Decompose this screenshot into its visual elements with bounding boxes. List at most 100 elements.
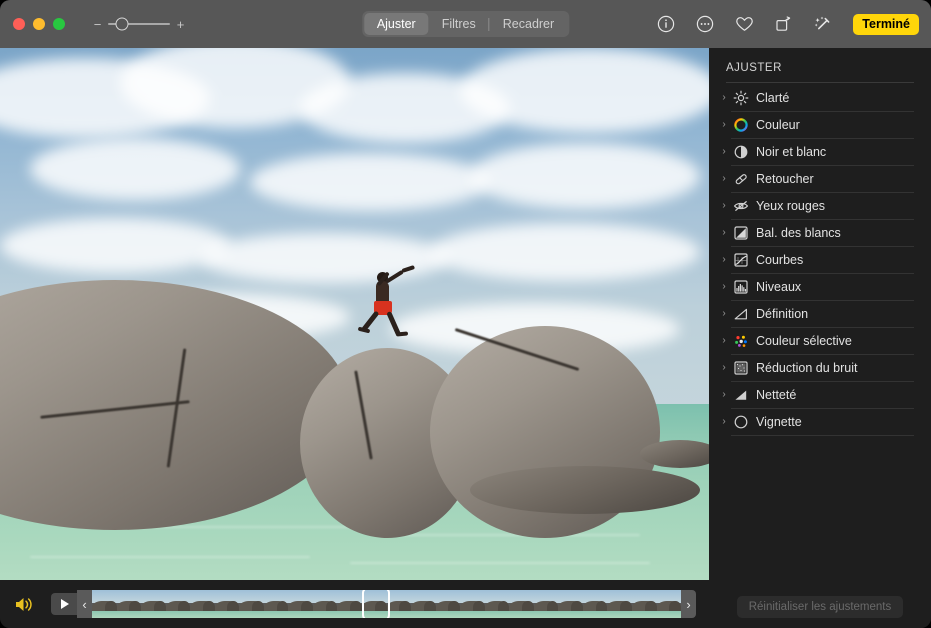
adjustment-row-noir-et-blanc[interactable]: › Noir et blanc xyxy=(709,139,914,165)
speaker-on-icon[interactable] xyxy=(13,593,35,615)
chevron-right-icon[interactable]: › xyxy=(717,201,731,211)
filmstrip-frame[interactable] xyxy=(534,590,559,618)
filmstrip-frame[interactable] xyxy=(607,590,632,618)
zoom-slider-knob[interactable] xyxy=(115,18,128,31)
window-toolbar: − + Ajuster Filtres Recadrer xyxy=(0,0,931,48)
filmstrip-frame[interactable] xyxy=(657,590,681,618)
filmstrip-frame[interactable] xyxy=(215,590,240,618)
definition-triangle-icon xyxy=(731,305,750,324)
filmstrip-frame[interactable] xyxy=(460,590,485,618)
filmstrip-track[interactable]: ‹ › xyxy=(77,590,696,618)
adjustment-row-retoucher[interactable]: › Retoucher xyxy=(709,166,914,192)
zoom-in-icon[interactable]: + xyxy=(176,18,185,31)
filmstrip-frame[interactable] xyxy=(264,590,289,618)
play-button[interactable] xyxy=(51,593,77,615)
filmstrip-frame[interactable] xyxy=(313,590,338,618)
adjustment-row-r-duction-du-bruit[interactable]: › Réduction du bruit xyxy=(709,355,914,381)
done-button[interactable]: Terminé xyxy=(853,14,919,35)
filmstrip-frame[interactable] xyxy=(288,590,313,618)
filmstrip-frame[interactable] xyxy=(411,590,436,618)
adjustment-label: Niveaux xyxy=(756,280,801,294)
traffic-lights xyxy=(13,18,65,30)
color-wheel-icon xyxy=(731,116,750,135)
adjustment-row-bal-des-blancs[interactable]: › Bal. des blancs xyxy=(709,220,914,246)
red-eye-icon xyxy=(731,197,750,216)
chevron-right-icon[interactable]: › xyxy=(717,228,731,238)
adjustment-label: Courbes xyxy=(756,253,803,267)
cloud xyxy=(250,153,490,211)
adjustment-row-couleur-s-lective[interactable]: › Couleur sélective xyxy=(709,328,914,354)
chevron-right-icon[interactable]: › xyxy=(717,417,731,427)
chevron-right-icon[interactable]: › xyxy=(717,282,731,292)
info-icon[interactable] xyxy=(655,13,677,35)
chevron-right-icon[interactable]: › xyxy=(717,120,731,130)
filmstrip-frame[interactable] xyxy=(141,590,166,618)
filmstrip-frame[interactable] xyxy=(166,590,191,618)
adjustment-row-yeux-rouges[interactable]: › Yeux rouges xyxy=(709,193,914,219)
zoom-out-icon[interactable]: − xyxy=(93,18,102,31)
water-ripple xyxy=(30,556,310,558)
filmstrip-frame[interactable] xyxy=(387,590,412,618)
filmstrip-frames[interactable] xyxy=(92,590,681,618)
sidebar-title: AJUSTER xyxy=(709,48,931,82)
tab-ajuster[interactable]: Ajuster xyxy=(364,13,429,35)
minimize-window-button[interactable] xyxy=(33,18,45,30)
reset-adjustments-button[interactable]: Réinitialiser les ajustements xyxy=(737,596,904,618)
zoom-slider-control[interactable]: − + xyxy=(93,18,185,31)
chevron-right-icon[interactable]: › xyxy=(717,363,731,373)
black-and-white-circle-icon xyxy=(731,143,750,162)
filmstrip-prev-chevron[interactable]: ‹ xyxy=(77,597,92,612)
filmstrip-frame[interactable] xyxy=(632,590,657,618)
filmstrip-frame[interactable] xyxy=(337,590,362,618)
close-window-button[interactable] xyxy=(13,18,25,30)
filmstrip-frame[interactable] xyxy=(190,590,215,618)
chevron-right-icon[interactable]: › xyxy=(717,255,731,265)
reset-button-container: Réinitialiser les ajustements xyxy=(709,596,931,618)
cloud xyxy=(470,143,700,209)
chevron-right-icon[interactable]: › xyxy=(717,174,731,184)
adjustment-row-d-finition[interactable]: ›Définition xyxy=(709,301,914,327)
adjustment-row-couleur[interactable]: › Couleur xyxy=(709,112,914,138)
filmstrip-frame[interactable] xyxy=(117,590,142,618)
more-options-icon[interactable] xyxy=(694,13,716,35)
cloud xyxy=(430,223,700,281)
filmstrip-frame[interactable] xyxy=(436,590,461,618)
adjust-sidebar: AJUSTER › Clarté› Couleur› Noir et blanc… xyxy=(709,48,931,628)
favorite-heart-icon[interactable] xyxy=(733,13,755,35)
adjustment-label: Couleur xyxy=(756,118,800,132)
auto-enhance-wand-icon[interactable] xyxy=(811,13,833,35)
adjustment-label: Bal. des blancs xyxy=(756,226,841,240)
adjustment-label: Clarté xyxy=(756,91,789,105)
photo-canvas[interactable] xyxy=(0,48,709,580)
filmstrip-next-chevron[interactable]: › xyxy=(681,597,696,612)
filmstrip-frame[interactable] xyxy=(509,590,534,618)
filmstrip-frame[interactable] xyxy=(485,590,510,618)
chevron-right-icon[interactable]: › xyxy=(717,390,731,400)
adjustment-list: › Clarté› Couleur› Noir et blanc› Retouc… xyxy=(709,83,931,436)
adjustment-row-vignette[interactable]: ›Vignette xyxy=(709,409,914,435)
filmstrip-frame[interactable] xyxy=(239,590,264,618)
levels-histogram-icon xyxy=(731,278,750,297)
chevron-right-icon[interactable]: › xyxy=(717,147,731,157)
tab-filtres[interactable]: Filtres xyxy=(429,13,489,35)
filmstrip-frame[interactable] xyxy=(558,590,583,618)
filmstrip-frame[interactable] xyxy=(92,590,117,618)
adjustment-label: Yeux rouges xyxy=(756,199,825,213)
adjustment-row-courbes[interactable]: › Courbes xyxy=(709,247,914,273)
zoom-slider-track[interactable] xyxy=(108,23,170,25)
adjustment-row-nettet[interactable]: › Netteté xyxy=(709,382,914,408)
chevron-right-icon[interactable]: › xyxy=(717,336,731,346)
noise-reduction-icon xyxy=(731,359,750,378)
filmstrip-frame[interactable] xyxy=(583,590,608,618)
chevron-right-icon[interactable]: › xyxy=(717,93,731,103)
adjustment-row-niveaux[interactable]: › Niveaux xyxy=(709,274,914,300)
filmstrip-frame[interactable] xyxy=(362,590,387,618)
adjustment-row-clart[interactable]: › Clarté xyxy=(709,85,914,111)
chevron-right-icon[interactable]: › xyxy=(717,309,731,319)
vignette-circle-icon xyxy=(731,413,750,432)
rotate-icon[interactable] xyxy=(772,13,794,35)
tab-recadrer[interactable]: Recadrer xyxy=(490,13,567,35)
jumping-person xyxy=(362,270,422,342)
cloud xyxy=(30,138,240,200)
maximize-window-button[interactable] xyxy=(53,18,65,30)
